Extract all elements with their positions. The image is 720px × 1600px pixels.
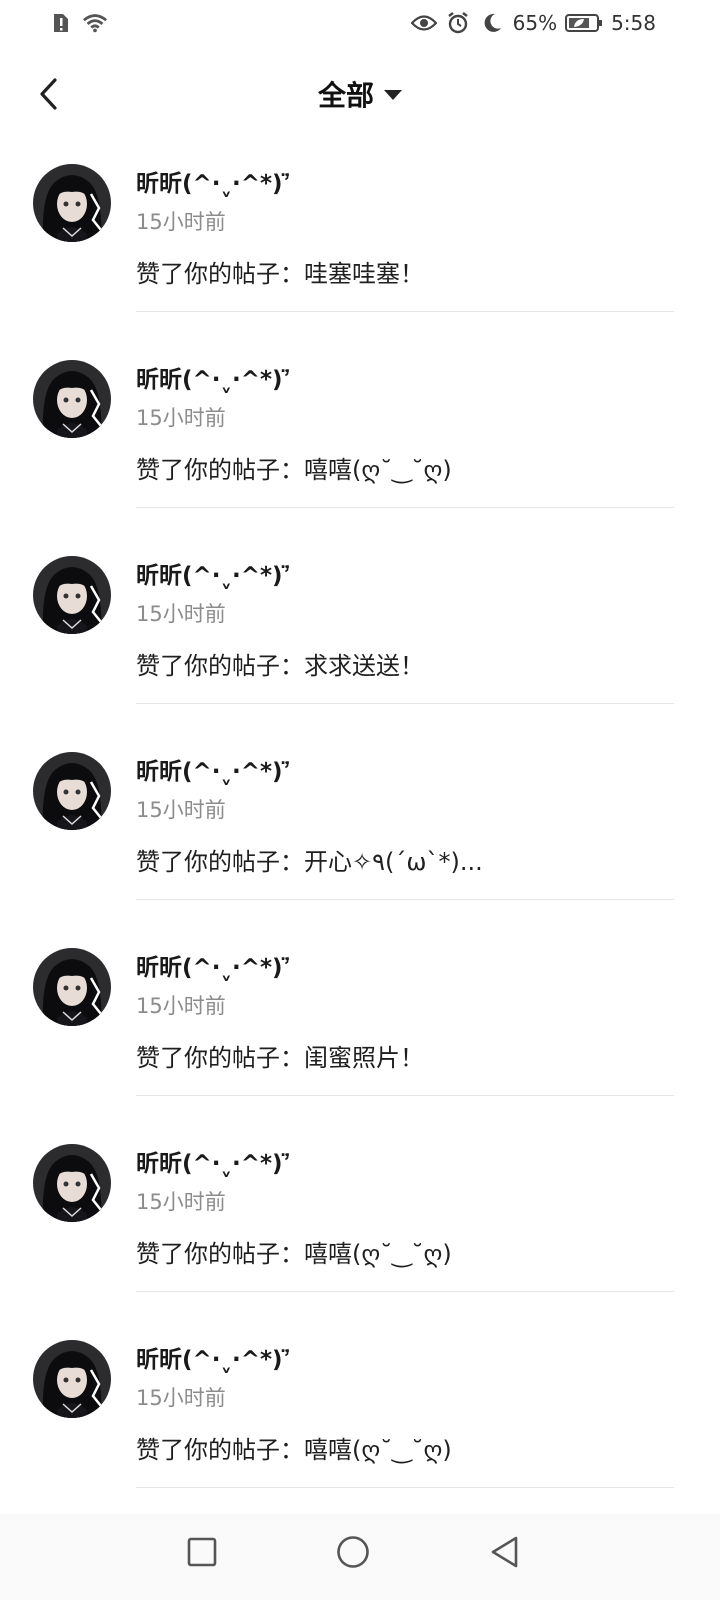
- divider: [136, 311, 674, 312]
- notification-text[interactable]: 赞了你的帖子：嘻嘻(ღ˘‿˘ღ): [136, 1234, 452, 1269]
- divider: [136, 1095, 674, 1096]
- status-left: [48, 10, 108, 36]
- timestamp: 15小时前: [136, 1386, 226, 1410]
- system-nav-bar: [0, 1514, 720, 1600]
- divider: [136, 1487, 674, 1488]
- notification-text[interactable]: 赞了你的帖子：开心✧٩(ˊωˋ*)...: [136, 842, 483, 877]
- home-circle-icon: [336, 1535, 370, 1573]
- avatar[interactable]: [33, 360, 111, 438]
- notification-item[interactable]: 昕昕(^·ˬ·^*)ʾ̈ 15小时前 赞了你的帖子：求求送送！: [0, 552, 720, 748]
- timestamp: 15小时前: [136, 1190, 226, 1214]
- user-name[interactable]: 昕昕(^·ˬ·^*)ʾ̈: [136, 1144, 291, 1178]
- status-bar: 65% 5:58: [0, 0, 720, 48]
- sim-alert-icon: [48, 10, 74, 36]
- recents-button[interactable]: [182, 1534, 222, 1574]
- wifi-icon: [82, 10, 108, 36]
- user-name[interactable]: 昕昕(^·ˬ·^*)ʾ̈: [136, 948, 291, 982]
- avatar[interactable]: [33, 752, 111, 830]
- timestamp: 15小时前: [136, 994, 226, 1018]
- header: 全部: [0, 64, 720, 128]
- notification-text[interactable]: 赞了你的帖子：嘻嘻(ღ˘‿˘ღ): [136, 450, 452, 485]
- timestamp: 15小时前: [136, 602, 226, 626]
- divider: [136, 1291, 674, 1292]
- moon-icon: [479, 10, 505, 36]
- user-name[interactable]: 昕昕(^·ˬ·^*)ʾ̈: [136, 1340, 291, 1374]
- notification-item[interactable]: 昕昕(^·ˬ·^*)ʾ̈ 15小时前 赞了你的帖子：嘻嘻(ღ˘‿˘ღ): [0, 1140, 720, 1336]
- user-name[interactable]: 昕昕(^·ˬ·^*)ʾ̈: [136, 752, 291, 786]
- divider: [136, 507, 674, 508]
- timestamp: 15小时前: [136, 210, 226, 234]
- user-name[interactable]: 昕昕(^·ˬ·^*)ʾ̈: [136, 360, 291, 394]
- notification-list: 昕昕(^·ˬ·^*)ʾ̈ 15小时前 赞了你的帖子：哇塞哇塞！ 昕昕(^·ˬ·^…: [0, 160, 720, 1532]
- alarm-icon: [445, 10, 471, 36]
- notification-item[interactable]: 昕昕(^·ˬ·^*)ʾ̈ 15小时前 赞了你的帖子：开心✧٩(ˊωˋ*)...: [0, 748, 720, 944]
- notification-item[interactable]: 昕昕(^·ˬ·^*)ʾ̈ 15小时前 赞了你的帖子：嘻嘻(ღ˘‿˘ღ): [0, 1336, 720, 1532]
- notification-item[interactable]: 昕昕(^·ˬ·^*)ʾ̈ 15小时前 赞了你的帖子：闺蜜照片！: [0, 944, 720, 1140]
- eye-comfort-icon: [410, 10, 437, 36]
- divider: [136, 899, 674, 900]
- notification-text[interactable]: 赞了你的帖子：哇塞哇塞！: [136, 254, 424, 289]
- notification-text[interactable]: 赞了你的帖子：嘻嘻(ღ˘‿˘ღ): [136, 1430, 452, 1465]
- notification-text[interactable]: 赞了你的帖子：闺蜜照片！: [136, 1038, 424, 1073]
- divider: [136, 703, 674, 704]
- home-button[interactable]: [333, 1534, 373, 1574]
- notification-item[interactable]: 昕昕(^·ˬ·^*)ʾ̈ 15小时前 赞了你的帖子：哇塞哇塞！: [0, 160, 720, 356]
- avatar[interactable]: [33, 1144, 111, 1222]
- user-name[interactable]: 昕昕(^·ˬ·^*)ʾ̈: [136, 556, 291, 590]
- back-triangle-icon: [489, 1535, 519, 1573]
- status-right: 65% 5:58: [410, 10, 656, 36]
- caret-down-icon: [384, 90, 402, 100]
- avatar[interactable]: [33, 556, 111, 634]
- timestamp: 15小时前: [136, 798, 226, 822]
- nav-back-button[interactable]: [484, 1534, 524, 1574]
- notification-item[interactable]: 昕昕(^·ˬ·^*)ʾ̈ 15小时前 赞了你的帖子：嘻嘻(ღ˘‿˘ღ): [0, 356, 720, 552]
- avatar[interactable]: [33, 1340, 111, 1418]
- timestamp: 15小时前: [136, 406, 226, 430]
- avatar[interactable]: [33, 164, 111, 242]
- battery-icon: [565, 13, 603, 33]
- status-time: 5:58: [611, 11, 656, 35]
- page-title: 全部: [317, 79, 374, 112]
- notification-text[interactable]: 赞了你的帖子：求求送送！: [136, 646, 424, 681]
- recents-square-icon: [187, 1537, 217, 1571]
- user-name[interactable]: 昕昕(^·ˬ·^*)ʾ̈: [136, 164, 291, 198]
- filter-dropdown[interactable]: 全部: [0, 74, 720, 114]
- battery-percent: 65%: [512, 11, 558, 35]
- avatar[interactable]: [33, 948, 111, 1026]
